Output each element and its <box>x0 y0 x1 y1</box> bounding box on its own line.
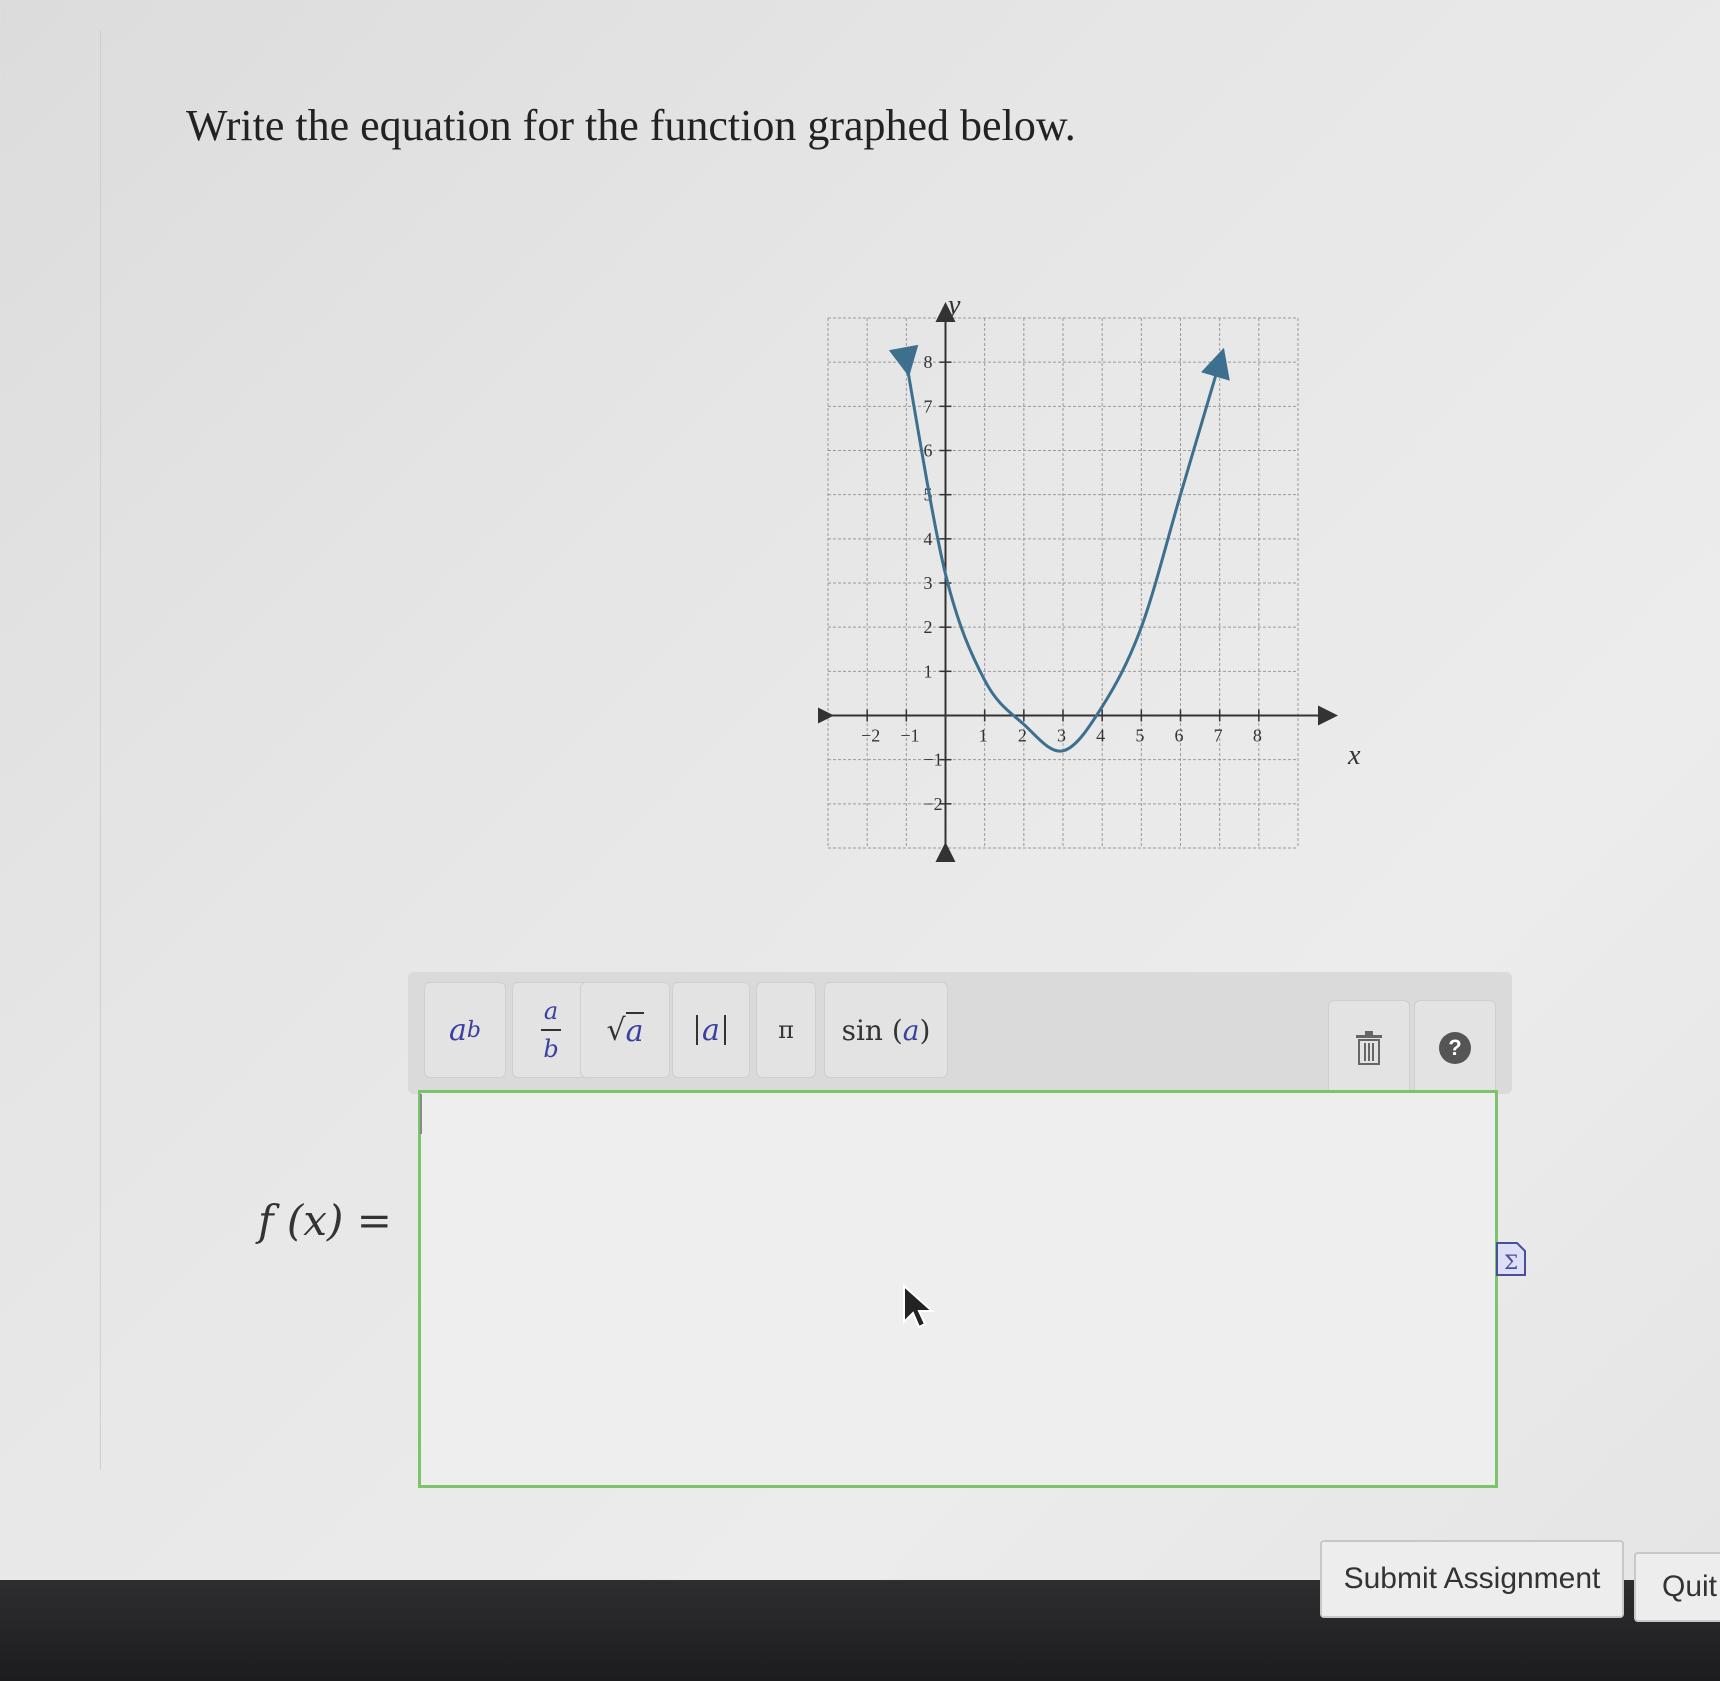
y-tick-label: 8 <box>924 352 933 372</box>
x-tick-label: −1 <box>900 726 919 746</box>
x-tick-label: 6 <box>1175 726 1184 746</box>
x-tick-label: 3 <box>1057 726 1066 746</box>
svg-text:Σ: Σ <box>1504 1250 1518 1274</box>
text-caret <box>420 1094 422 1134</box>
y-tick-label: 2 <box>924 617 933 637</box>
page-border <box>100 30 101 1470</box>
y-tick-label: −1 <box>924 750 943 770</box>
sqrt-button[interactable]: √ a <box>580 982 670 1078</box>
submit-assignment-button[interactable]: Submit Assignment <box>1320 1540 1624 1618</box>
math-toolbar: ab a b √ a a π sin (a) ? <box>408 972 1512 1096</box>
sqrt-arg: a <box>625 1011 644 1049</box>
function-label: f (x) = <box>258 1196 392 1245</box>
function-graph: −2 −1 1 2 3 4 5 6 7 887654321−1−2 x y <box>818 290 1361 862</box>
sin-fn: sin <box>841 1013 883 1047</box>
mouse-cursor-icon <box>903 1284 935 1329</box>
y-tick-label: 4 <box>924 529 933 549</box>
y-tick-label: 3 <box>924 573 933 593</box>
sqrt-symbol: √ <box>606 1012 626 1048</box>
graph-grid <box>827 317 1299 849</box>
pi-button[interactable]: π <box>756 982 816 1078</box>
x-tick-label: 7 <box>1214 726 1223 746</box>
power-base: a <box>449 1012 467 1048</box>
y-tick-label: 7 <box>924 396 933 416</box>
abs-bar-right <box>723 1015 726 1045</box>
x-tick-label: 8 <box>1253 726 1262 746</box>
x-tick-label: 1 <box>979 726 988 746</box>
abs-bar-left <box>696 1015 699 1045</box>
power-button[interactable]: ab <box>424 982 506 1078</box>
graph-axes <box>818 302 1338 862</box>
y-tick-label: 1 <box>924 661 933 681</box>
x-tick-label: 2 <box>1018 726 1027 746</box>
equation-editor-icon[interactable]: Σ <box>1496 1242 1526 1276</box>
fraction-den: b <box>543 1035 559 1063</box>
abs-button[interactable]: a <box>672 982 750 1078</box>
y-tick-label: 6 <box>924 441 933 461</box>
power-exp: b <box>466 1017 481 1043</box>
sin-arg: a <box>902 1013 920 1047</box>
fraction-bar <box>541 1029 561 1031</box>
answer-input[interactable] <box>418 1090 1498 1488</box>
fraction-button[interactable]: a b <box>512 982 590 1078</box>
abs-arg: a <box>702 1012 720 1048</box>
clear-button[interactable] <box>1328 1000 1410 1096</box>
quit-button[interactable]: Quit <box>1634 1552 1720 1622</box>
fraction-num: a <box>543 997 559 1025</box>
pi-symbol: π <box>778 1016 794 1044</box>
sin-button[interactable]: sin (a) <box>824 982 948 1078</box>
x-tick-label: 4 <box>1096 726 1105 746</box>
y-tick-label: −2 <box>924 794 943 814</box>
question-text: Write the equation for the function grap… <box>186 101 1076 150</box>
help-button[interactable]: ? <box>1414 1000 1496 1096</box>
trash-icon <box>1356 1031 1382 1065</box>
x-axis-label: x <box>1347 740 1361 771</box>
x-tick-label: −2 <box>861 726 880 746</box>
y-axis-label: y <box>945 290 961 321</box>
x-tick-label: 5 <box>1135 726 1144 746</box>
help-icon: ? <box>1439 1032 1471 1064</box>
